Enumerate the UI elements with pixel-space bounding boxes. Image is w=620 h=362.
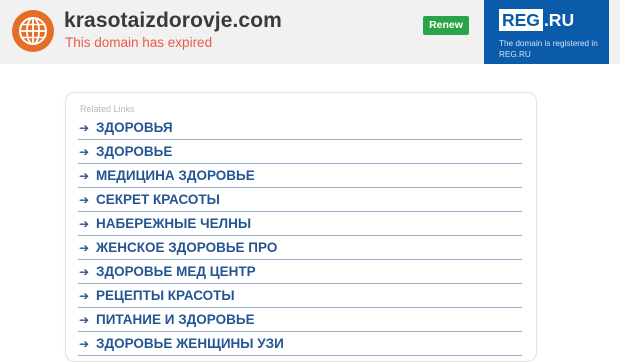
arrow-right-icon: ➔ <box>79 289 90 303</box>
related-links-list: ➔ ЗДОРОВЬЯ ➔ ЗДОРОВЬЕ ➔ МЕДИЦИНА ЗДОРОВЬЕ ➔… <box>78 116 522 356</box>
related-link-label: ЗДОРОВЬЕ ЖЕНЩИНЫ УЗИ <box>96 336 284 351</box>
expired-status: This domain has expired <box>65 35 213 50</box>
related-link[interactable]: ➔ МЕДИЦИНА ЗДОРОВЬЕ <box>78 164 522 188</box>
registrar-description: The domain is registered in REG.RU <box>499 39 598 59</box>
globe-icon <box>12 10 54 52</box>
renew-button[interactable]: Renew <box>423 16 469 35</box>
arrow-right-icon: ➔ <box>79 121 90 135</box>
related-link[interactable]: ➔ ЗДОРОВЬЯ <box>78 116 522 140</box>
related-link[interactable]: ➔ НАБЕРЕЖНЫЕ ЧЕЛНЫ <box>78 212 522 236</box>
arrow-right-icon: ➔ <box>79 337 90 351</box>
domain-name: krasotaizdorovje.com <box>64 9 282 32</box>
reg-ru-logo[interactable]: REG .RU <box>499 9 574 31</box>
registrar-panel[interactable]: REG .RU The domain is registered in REG.R… <box>484 0 609 64</box>
arrow-right-icon: ➔ <box>79 313 90 327</box>
related-link-label: ЗДОРОВЬЕ <box>96 144 173 159</box>
related-link[interactable]: ➔ ЗДОРОВЬЕ ЖЕНЩИНЫ УЗИ <box>78 332 522 356</box>
arrow-right-icon: ➔ <box>79 241 90 255</box>
related-link[interactable]: ➔ СЕКРЕТ КРАСОТЫ <box>78 188 522 212</box>
related-link[interactable]: ➔ РЕЦЕПТЫ КРАСОТЫ <box>78 284 522 308</box>
related-link-label: ЖЕНСКОЕ ЗДОРОВЬЕ ПРО <box>96 240 278 255</box>
related-link[interactable]: ➔ ЗДОРОВЬЕ <box>78 140 522 164</box>
related-link[interactable]: ➔ ПИТАНИЕ И ЗДОРОВЬЕ <box>78 308 522 332</box>
related-link-label: ПИТАНИЕ И ЗДОРОВЬЕ <box>96 312 255 327</box>
related-link[interactable]: ➔ ЗДОРОВЬЕ МЕД ЦЕНТР <box>78 260 522 284</box>
arrow-right-icon: ➔ <box>79 193 90 207</box>
header-bar: krasotaizdorovje.com This domain has exp… <box>0 0 620 64</box>
related-link-label: ЗДОРОВЬЕ МЕД ЦЕНТР <box>96 264 256 279</box>
related-link-label: МЕДИЦИНА ЗДОРОВЬЕ <box>96 168 255 183</box>
reg-logo-box: REG <box>499 9 543 31</box>
reg-logo-suffix: .RU <box>543 10 575 30</box>
related-links-title: Related Links <box>80 104 135 114</box>
related-link-label: РЕЦЕПТЫ КРАСОТЫ <box>96 288 235 303</box>
related-link[interactable]: ➔ ЖЕНСКОЕ ЗДОРОВЬЕ ПРО <box>78 236 522 260</box>
arrow-right-icon: ➔ <box>79 265 90 279</box>
arrow-right-icon: ➔ <box>79 169 90 183</box>
arrow-right-icon: ➔ <box>79 217 90 231</box>
arrow-right-icon: ➔ <box>79 145 90 159</box>
related-link-label: СЕКРЕТ КРАСОТЫ <box>96 192 220 207</box>
related-link-label: НАБЕРЕЖНЫЕ ЧЕЛНЫ <box>96 216 252 231</box>
related-link-label: ЗДОРОВЬЯ <box>96 120 173 135</box>
